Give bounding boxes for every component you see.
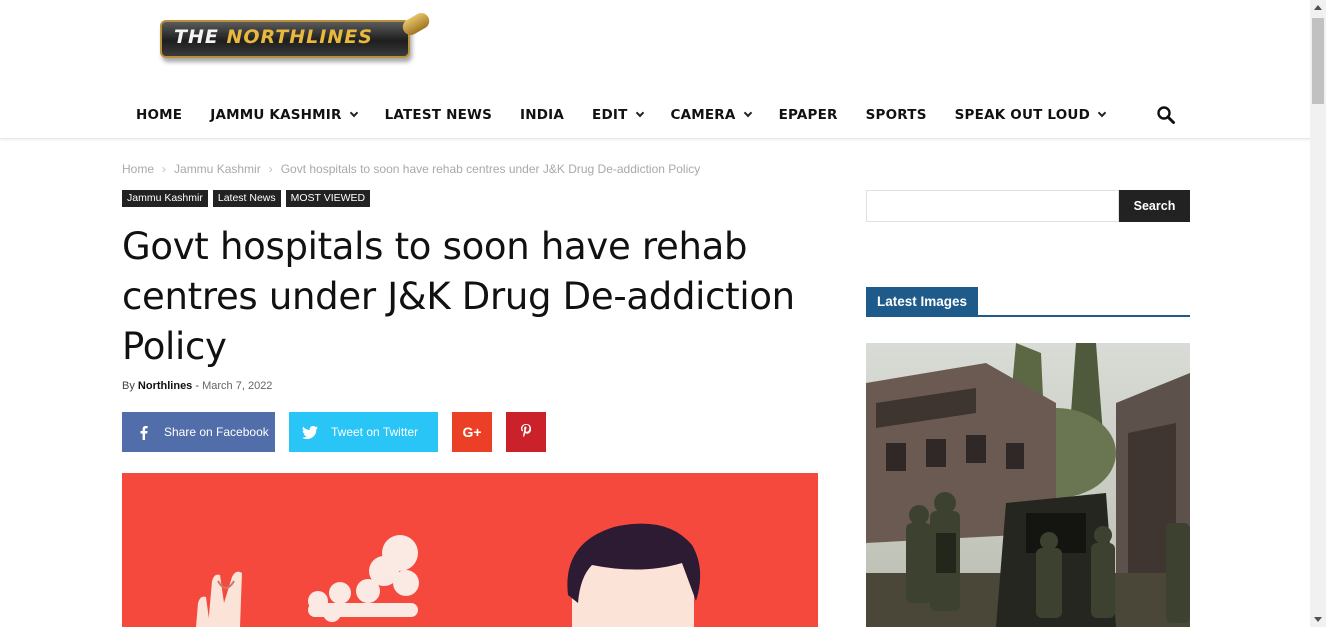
breadcrumb-section[interactable]: Jammu Kashmir (174, 162, 261, 176)
category-tag-most-viewed[interactable]: MOST VIEWED (285, 190, 371, 207)
share-buttons: Share on Facebook Tweet on Twitter G+ P (122, 412, 546, 452)
nav-item-speak-out-loud[interactable]: SPEAK OUT LOUD (941, 94, 1119, 136)
article-title: Govt hospitals to soon have rehab centre… (122, 225, 795, 368)
nav-item-jammu-kashmir[interactable]: JAMMU KASHMIR (196, 94, 370, 136)
share-twitter-button[interactable]: Tweet on Twitter (289, 412, 438, 452)
chevron-down-icon (635, 108, 644, 118)
share-twitter-label: Tweet on Twitter (331, 425, 419, 439)
nav-item-label: LATEST NEWS (384, 107, 493, 123)
nav-item-sports[interactable]: SPORTS (852, 94, 941, 136)
nav-item-camera[interactable]: CAMERA (657, 94, 765, 136)
latest-image-thumbnail[interactable] (866, 343, 1190, 627)
nav-item-india[interactable]: INDIA (506, 94, 578, 136)
nav-item-edit[interactable]: EDIT (578, 94, 656, 136)
share-facebook-label: Share on Facebook (164, 425, 269, 439)
latest-images-title: Latest Images (866, 287, 979, 315)
search-icon[interactable] (1156, 105, 1176, 125)
sidebar-search: Search (866, 190, 1190, 222)
nav-item-label: EPAPER (778, 107, 838, 123)
sidebar-search-input[interactable] (866, 190, 1119, 222)
chevron-down-icon (743, 108, 752, 118)
scroll-up-icon[interactable] (1314, 5, 1322, 10)
nav-item-label: SPORTS (865, 107, 927, 123)
nav-item-label: INDIA (520, 107, 565, 123)
twitter-icon (289, 425, 331, 439)
nav-item-label: SPEAK OUT LOUD (954, 107, 1090, 123)
latest-images-header: Latest Images (866, 287, 1190, 317)
latest-image-photo (866, 343, 1190, 627)
author-link[interactable]: Northlines (138, 380, 192, 392)
date-separator: - (195, 380, 200, 392)
nav-item-label: HOME (136, 107, 183, 123)
nav-item-home[interactable]: HOME (122, 94, 196, 136)
logo-text-name: NORTHLINES (226, 26, 373, 48)
facebook-icon (122, 425, 164, 440)
by-label: By (122, 380, 135, 392)
nav-item-label: JAMMU KASHMIR (210, 107, 342, 123)
page-scrollbar[interactable] (1310, 0, 1326, 627)
chevron-down-icon (1097, 108, 1107, 118)
breadcrumb: Home › Jammu Kashmir › Govt hospitals to… (122, 162, 700, 176)
scrollbar-thumb[interactable] (1312, 18, 1324, 104)
share-facebook-button[interactable]: Share on Facebook (122, 412, 275, 452)
share-googleplus-button[interactable]: G+ (452, 412, 492, 452)
article-meta: By Northlines - March 7, 2022 (122, 380, 272, 392)
category-tag-latest-news[interactable]: Latest News (212, 190, 281, 207)
nav-item-label: CAMERA (670, 107, 736, 123)
main-nav: HOME JAMMU KASHMIR LATEST NEWS INDIA EDIT CAM… (122, 94, 1119, 136)
logo-text-the: THE (174, 26, 219, 48)
googleplus-icon: G+ (462, 424, 482, 440)
sidebar-search-button[interactable]: Search (1119, 190, 1190, 222)
logo-text: THE NORTHLINES (174, 26, 373, 48)
site-header: THE NORTHLINES HOME JAMMU KASHMIR LATEST N… (0, 0, 1310, 139)
nav-item-label: EDIT (592, 107, 628, 123)
featured-image (122, 473, 818, 627)
category-tag-jammu-kashmir[interactable]: Jammu Kashmir (122, 190, 208, 207)
breadcrumb-separator: › (162, 162, 167, 176)
pinterest-icon (521, 423, 532, 441)
breadcrumb-home[interactable]: Home (122, 162, 154, 176)
breadcrumb-separator: › (268, 162, 273, 176)
chevron-down-icon (349, 108, 358, 118)
site-logo[interactable]: THE NORTHLINES (156, 10, 433, 64)
breadcrumb-current: Govt hospitals to soon have rehab centre… (280, 162, 701, 176)
nav-item-latest-news[interactable]: LATEST NEWS (371, 94, 506, 136)
category-tags: Jammu Kashmir Latest News MOST VIEWED (122, 190, 371, 207)
featured-illustration (122, 473, 818, 627)
nav-item-epaper[interactable]: EPAPER (765, 94, 852, 136)
publish-date: March 7, 2022 (202, 380, 273, 392)
scroll-down-icon[interactable] (1314, 617, 1322, 622)
share-pinterest-button[interactable]: P (506, 412, 546, 452)
